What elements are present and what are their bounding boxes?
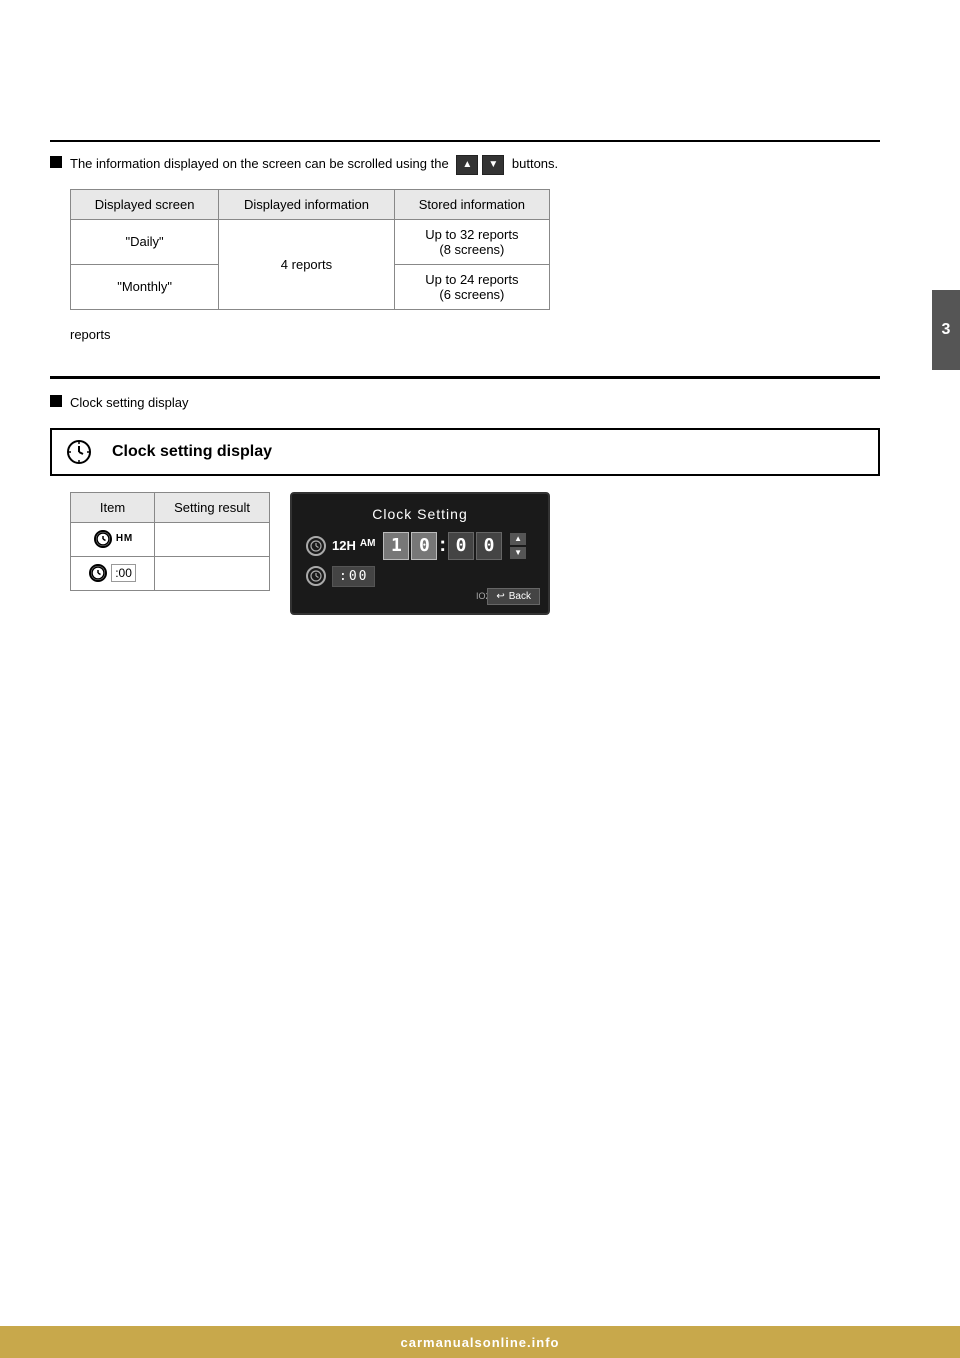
panel-colon: : xyxy=(439,534,446,557)
section1-footer-text: reports xyxy=(50,324,880,346)
section1-intro-text: The information displayed on the screen … xyxy=(70,154,558,175)
panel-arrows: ▲ ▼ xyxy=(510,533,526,559)
side-tab: 3 xyxy=(932,290,960,370)
panel-arrow-up[interactable]: ▲ xyxy=(510,533,526,545)
col-header-displayed: Displayed information xyxy=(219,189,395,219)
panel-colon-display: :00 xyxy=(332,566,375,587)
hm-text: H M xyxy=(116,533,131,544)
panel-am: AM xyxy=(360,538,376,549)
section1-divider xyxy=(50,140,880,142)
hours-digit1: 1 xyxy=(383,532,409,560)
section2-bullet xyxy=(50,395,62,407)
clock-left-table: Item Setting result xyxy=(70,492,270,615)
result-hm xyxy=(155,522,270,556)
table-row: "Daily" 4 reports Up to 32 reports(8 scr… xyxy=(71,219,550,264)
clock-circle-1 xyxy=(94,530,112,548)
section1-block: The information displayed on the screen … xyxy=(50,140,880,346)
section2-intro-text: Clock setting display xyxy=(70,393,189,414)
clock-setting-icon-container xyxy=(60,430,98,474)
clock-content-row: Item Setting result xyxy=(50,492,880,615)
hours-digit2: 0 xyxy=(411,532,437,560)
screen-monthly: "Monthly" xyxy=(71,264,219,309)
clock-circle-2 xyxy=(89,564,107,582)
clock-icon xyxy=(66,439,92,465)
panel-clock-icon-1 xyxy=(306,536,326,556)
clock-setting-box: Clock setting display xyxy=(50,428,880,476)
panel-arrow-down[interactable]: ▼ xyxy=(510,547,526,559)
clock-hm-icon: H M xyxy=(94,530,131,548)
result-col-header: Setting result xyxy=(155,492,270,522)
panel-row-1: 12H AM 1 0 : 0 0 ▲ ▼ xyxy=(306,532,534,560)
clock-setting-label: Clock setting display xyxy=(98,433,878,471)
result-colon xyxy=(155,556,270,590)
stored-info-daily: Up to 32 reports(8 screens) xyxy=(394,219,549,264)
item-hm: H M xyxy=(71,522,155,556)
minutes-digit2: 0 xyxy=(476,532,502,560)
table-row: H M xyxy=(71,522,270,556)
section1-bullet xyxy=(50,156,62,168)
footer-bar: carmanualsonline.info xyxy=(0,1326,960,1358)
stored-info-monthly: Up to 24 reports(6 screens) xyxy=(394,264,549,309)
panel-back-btn[interactable]: ↩ Back xyxy=(487,588,540,605)
clock-colon-icon: :00 xyxy=(89,564,136,582)
colon-box-text: :00 xyxy=(111,564,136,582)
reports-table-container: Displayed screen Displayed information S… xyxy=(70,189,880,310)
table-row: :00 xyxy=(71,556,270,590)
section2-block: Clock setting display Clock setting disp… xyxy=(50,376,880,615)
panel-content: 12H AM 1 0 : 0 0 ▲ ▼ xyxy=(306,532,534,587)
col-header-stored: Stored information xyxy=(394,189,549,219)
arrow-up-btn[interactable]: ▲ xyxy=(456,155,478,175)
minutes-digit1: 0 xyxy=(448,532,474,560)
item-col-header: Item xyxy=(71,492,155,522)
panel-clock-icon-2 xyxy=(306,566,326,586)
panel-title: Clock Setting xyxy=(306,506,534,522)
col-header-screen: Displayed screen xyxy=(71,189,219,219)
clock-items-table: Item Setting result xyxy=(70,492,270,591)
section2-header: Clock setting display xyxy=(50,393,880,414)
back-label: Back xyxy=(509,591,531,602)
reports-table: Displayed screen Displayed information S… xyxy=(70,189,550,310)
footer-url: carmanualsonline.info xyxy=(401,1335,560,1350)
displayed-info: 4 reports xyxy=(219,219,395,309)
panel-row-2: :00 xyxy=(306,566,534,587)
section1-header: The information displayed on the screen … xyxy=(50,154,880,175)
panel-time-display: 12H AM 1 0 : 0 0 ▲ ▼ xyxy=(332,532,534,560)
section2-divider xyxy=(50,376,880,379)
panel-12h: 12H xyxy=(332,538,356,553)
item-colon: :00 xyxy=(71,556,155,590)
arrow-down-btn[interactable]: ▼ xyxy=(482,155,504,175)
screen-daily: "Daily" xyxy=(71,219,219,264)
panel-time-digits: 1 0 : 0 0 xyxy=(383,532,502,560)
back-arrow-icon: ↩ xyxy=(496,591,504,602)
clock-right-panel: Clock Setting 12H A xyxy=(290,492,550,615)
arrow-buttons: ▲ ▼ xyxy=(456,155,504,175)
